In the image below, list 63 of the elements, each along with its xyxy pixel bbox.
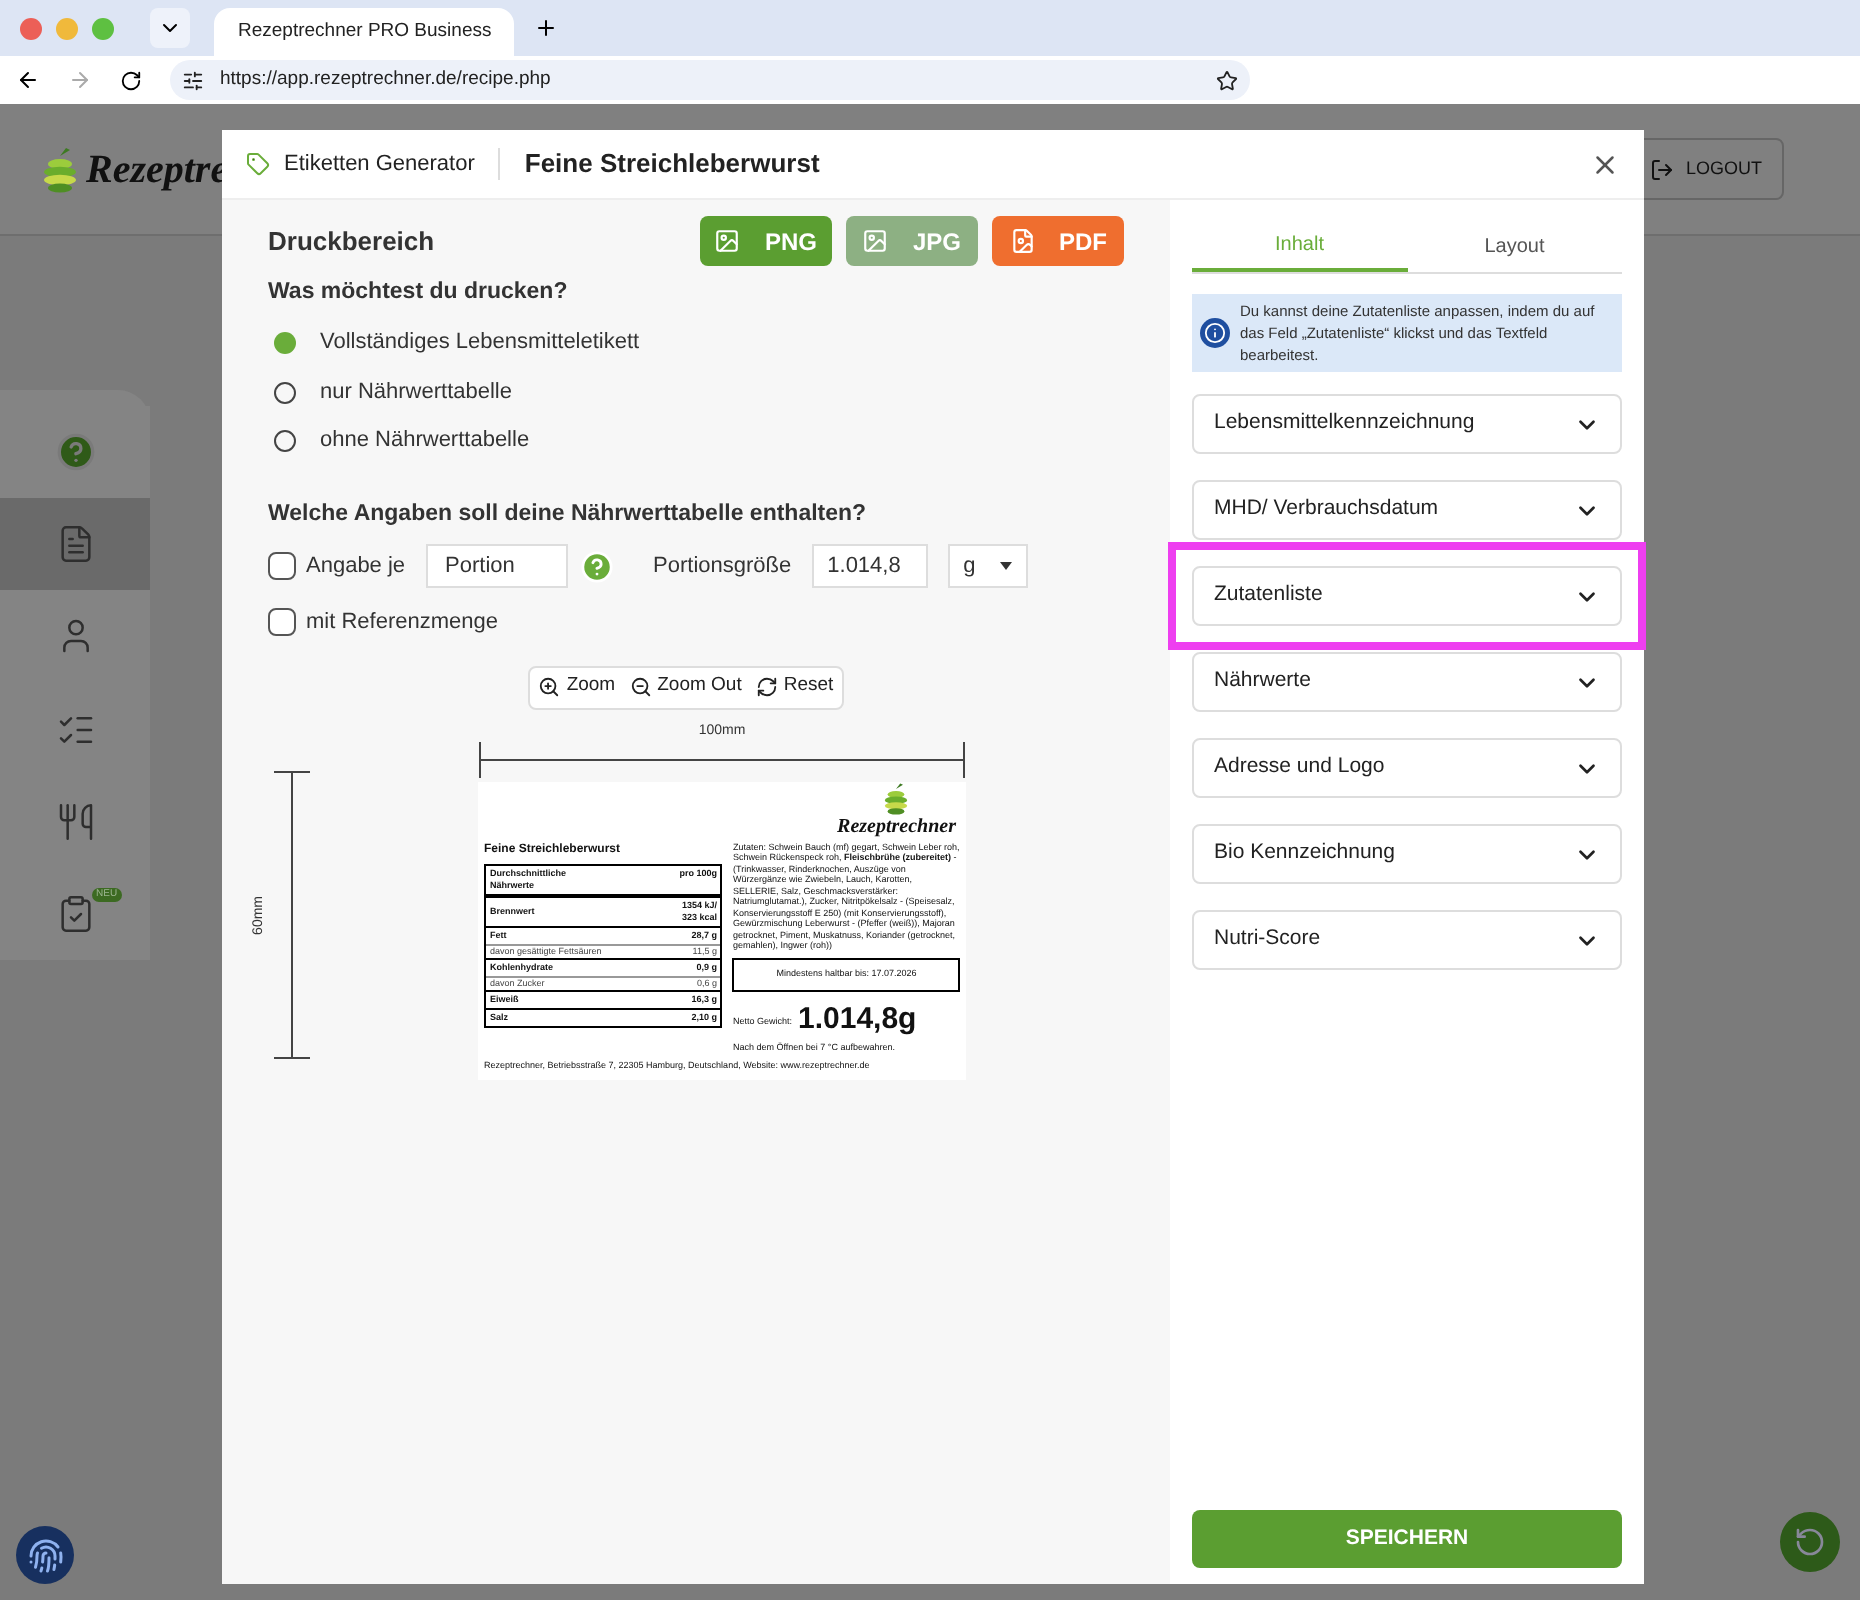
file-image-icon — [1009, 228, 1035, 254]
radio-button[interactable] — [274, 430, 296, 452]
image-icon — [862, 228, 889, 254]
accordion-header[interactable]: Adresse und Logo — [1192, 738, 1622, 798]
dialog-section-title: Etiketten Generator — [284, 149, 475, 180]
zoom-tool-button[interactable]: Zoom Out — [629, 672, 742, 702]
tab[interactable]: Layout — [1407, 220, 1622, 272]
forward-icon[interactable] — [68, 68, 92, 92]
sidebar-item[interactable] — [0, 498, 150, 591]
address-bar[interactable]: https://app.rezeptrechner.de/recipe.php — [170, 60, 1250, 100]
radio-button[interactable] — [274, 381, 296, 403]
accordion-header[interactable]: Bio Kennzeichnung — [1192, 824, 1622, 884]
portion-size-field[interactable]: 1.014,8 — [811, 544, 928, 588]
checkbox-label: mit Referenzmenge — [306, 608, 498, 638]
radio-button[interactable] — [274, 332, 296, 354]
zoom-tool-button[interactable]: Zoom — [538, 672, 616, 702]
apple-logo-icon — [40, 145, 80, 193]
refresh-icon — [755, 676, 778, 698]
info-icon — [1200, 318, 1230, 348]
accordion-header[interactable]: Lebensmittelkennzeichnung — [1192, 394, 1622, 454]
reload-icon[interactable] — [120, 69, 142, 91]
undo-icon — [1794, 1526, 1826, 1558]
radio-option[interactable]: Vollständiges Lebensmitteletikett — [274, 326, 1124, 360]
browser-tab[interactable]: Rezeptrechner PRO Business — [214, 8, 514, 56]
portion-field[interactable]: Portion — [425, 544, 568, 588]
accordion-header[interactable]: MHD/ Verbrauchsdatum — [1192, 480, 1622, 540]
zoom-in-icon — [538, 676, 561, 698]
caret-icon — [999, 562, 1012, 570]
field-label: Portionsgröße — [653, 551, 792, 582]
back-icon[interactable] — [16, 68, 40, 92]
logout-icon — [1649, 157, 1674, 181]
fingerprint-icon — [27, 1537, 63, 1573]
zoom-tool-button[interactable]: Reset — [755, 672, 834, 702]
tag-icon — [246, 152, 270, 176]
help-icon — [55, 432, 95, 473]
section-title: Druckbereich — [268, 223, 435, 260]
new-tab-icon[interactable] — [534, 16, 558, 40]
clipboard-icon — [55, 893, 95, 934]
logo-text: Rezeptre — [86, 145, 229, 195]
apple-logo-icon — [882, 782, 911, 816]
bookmark-star-icon[interactable] — [1216, 69, 1238, 91]
zoom-out-icon — [629, 676, 652, 698]
site-settings-icon — [182, 69, 204, 91]
checkbox[interactable] — [268, 608, 296, 637]
help-icon[interactable] — [579, 549, 614, 583]
unit-select[interactable]: g — [947, 544, 1028, 588]
logo-text: Rezeptrechner — [837, 815, 956, 838]
radio-option[interactable]: nur Nährwerttabelle — [274, 375, 1124, 409]
question-text: Welche Angaben soll deine Nährwerttabelle enthalten? — [268, 499, 869, 530]
net-weight-value: 1.014,8g — [798, 1003, 917, 1034]
question-text: Was möchtest du drucken? — [268, 278, 570, 308]
image-icon — [714, 228, 741, 254]
dialog-title: Feine Streichleberwurst — [524, 146, 820, 183]
accordion-header[interactable]: Nutri-Score — [1192, 910, 1622, 970]
recipe-icon — [55, 524, 95, 565]
fingerprint-button[interactable] — [16, 1526, 74, 1584]
accordion-header[interactable]: Nährwerte — [1192, 652, 1622, 712]
refresh-button[interactable] — [1780, 1512, 1840, 1572]
checkbox-label: Angabe je — [306, 551, 406, 582]
accordion-header[interactable]: Zutatenliste — [1192, 566, 1622, 626]
radio-option[interactable]: ohne Nährwerttabelle — [274, 424, 1124, 458]
checkbox[interactable] — [268, 552, 296, 580]
tab-list-button[interactable] — [150, 8, 190, 48]
